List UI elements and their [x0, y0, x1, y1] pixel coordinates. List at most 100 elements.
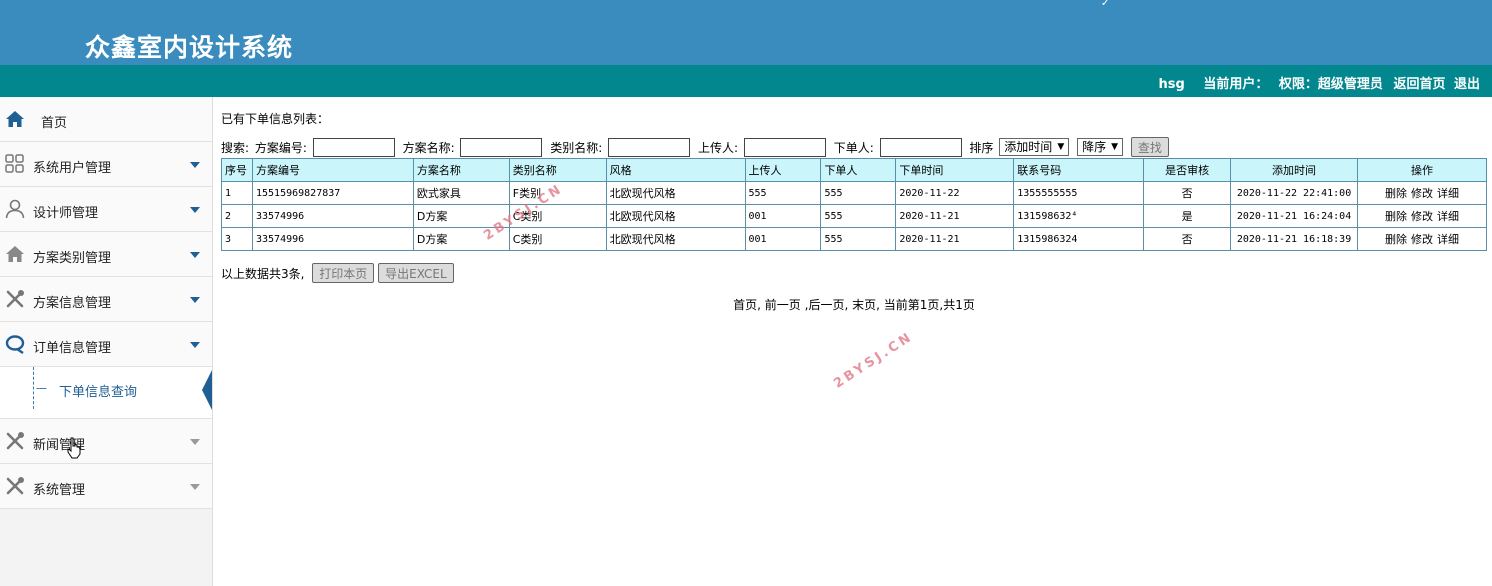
table-cell: 33574996	[251, 227, 414, 251]
column-header: 序号	[221, 158, 253, 182]
next-page-link[interactable]: ,后一页,	[805, 298, 849, 312]
orders-table: 序号 方案编号 方案名称 类别名称 风格 上传人 下单人 下单时间 联系号码 是…	[221, 158, 1487, 251]
table-cell: 2020-11-21 16:18:39	[1230, 227, 1359, 251]
orderer-input[interactable]	[879, 137, 962, 157]
table-cell: 是	[1143, 204, 1232, 228]
search-label: 方案编号:	[254, 140, 307, 155]
table-actions: 以上数据共3条, 打印本页 导出EXCEL	[221, 263, 454, 283]
chevron-down-icon[interactable]	[190, 297, 200, 303]
column-header: 操作	[1357, 158, 1487, 182]
table-cell: 33574996	[251, 204, 414, 228]
delete-link[interactable]: 删除	[1385, 187, 1407, 200]
table-cell: 2020-11-21 16:24:04	[1230, 204, 1359, 228]
table-cell: 2020-11-21	[895, 204, 1015, 228]
table-header-row: 序号 方案编号 方案名称 类别名称 风格 上传人 下单人 下单时间 联系号码 是…	[221, 158, 1487, 182]
table-cell: 欧式家具	[412, 181, 510, 205]
prev-page-link[interactable]: 前一页	[765, 298, 801, 312]
first-page-link[interactable]: 首页,	[733, 298, 761, 312]
category-name-input[interactable]	[608, 137, 691, 157]
row-actions: 删除 修改 详细	[1357, 227, 1487, 251]
sort-label: 排序	[969, 140, 994, 155]
edit-link[interactable]: 修改	[1411, 210, 1433, 223]
chevron-down-icon[interactable]	[190, 252, 200, 258]
sidebar-item-home[interactable]: 首页	[0, 97, 212, 142]
table-cell: 555	[820, 227, 897, 251]
home-icon	[6, 111, 24, 127]
search-bar: 搜索: 方案编号: 方案名称: 类别名称: 上传人: 下单人: 排序 添加时间 …	[221, 137, 1169, 159]
delete-link[interactable]: 删除	[1385, 233, 1407, 246]
role-label: 权限：超级管理员	[1278, 77, 1383, 92]
username: hsg	[1158, 77, 1185, 92]
top-bar: hsg 当前用户： 权限：超级管理员 返回首页 退出	[0, 65, 1492, 97]
hand-cursor-icon	[67, 437, 81, 459]
list-title: 已有下单信息列表：	[221, 112, 330, 126]
chevron-down-icon[interactable]	[190, 439, 200, 445]
plan-number-input[interactable]	[312, 137, 395, 157]
sort-field-select[interactable]: 添加时间	[999, 138, 1070, 156]
column-header: 是否审核	[1143, 158, 1232, 182]
tools-icon	[6, 477, 24, 495]
chevron-down-icon[interactable]	[190, 484, 200, 490]
chevron-down-icon[interactable]	[190, 207, 200, 213]
edit-link[interactable]: 修改	[1411, 233, 1433, 246]
sidebar-item-plan-categories[interactable]: 方案类别管理	[0, 232, 212, 277]
sidebar-item-system-users[interactable]: 系统用户管理	[0, 142, 212, 187]
row-actions: 删除 修改 详细	[1357, 181, 1487, 205]
submenu: --- 下单信息查询	[0, 367, 212, 419]
detail-link[interactable]: 详细	[1437, 233, 1459, 246]
chevron-down-icon[interactable]	[190, 162, 200, 168]
delete-link[interactable]: 删除	[1385, 210, 1407, 223]
search-label: 类别名称:	[550, 140, 603, 155]
search-prefix: 搜索:	[221, 140, 250, 155]
pagination: 首页, 前一页 ,后一页, 末页, 当前第1页,共1页	[221, 296, 1487, 313]
app-title: 众鑫室内设计系统	[85, 33, 294, 62]
sidebar-item-label: 订单信息管理	[33, 341, 112, 356]
logout-link[interactable]: 退出	[1454, 77, 1480, 92]
detail-link[interactable]: 详细	[1437, 210, 1459, 223]
table-cell: 北欧现代风格	[605, 181, 746, 205]
table-cell: 2020-11-21	[895, 227, 1015, 251]
sidebar-item-plan-info[interactable]: 方案信息管理	[0, 277, 212, 322]
table-cell: C类别	[508, 227, 607, 251]
edit-link[interactable]: 修改	[1411, 187, 1433, 200]
table-cell: 2	[221, 204, 253, 228]
column-header: 方案名称	[412, 158, 510, 182]
table-cell: 001	[744, 227, 822, 251]
user-info: hsg 当前用户： 权限：超级管理员 返回首页 退出	[1153, 73, 1481, 92]
sidebar-item-orders[interactable]: 订单信息管理	[0, 322, 212, 367]
current-user-label: 当前用户：	[1203, 77, 1269, 92]
sidebar-item-designers[interactable]: 设计师管理	[0, 187, 212, 232]
table-cell: 131598632⁴	[1013, 204, 1145, 228]
home-link[interactable]: 返回首页	[1393, 77, 1445, 92]
detail-link[interactable]: 详细	[1437, 187, 1459, 200]
sidebar-item-news[interactable]: 新闻管理	[0, 419, 212, 464]
app-header: 众鑫室内设计系统 ✓	[0, 0, 1492, 65]
table-cell: 555	[820, 181, 897, 205]
sidebar-item-system[interactable]: 系统管理	[0, 464, 212, 509]
sidebar-item-label: 首页	[41, 116, 68, 131]
last-page-link[interactable]: 末页,	[852, 298, 880, 312]
table-cell: 2020-11-22	[895, 181, 1015, 205]
sidebar-item-label: 系统用户管理	[33, 161, 112, 176]
plan-name-input[interactable]	[460, 137, 543, 157]
grid-icon	[5, 154, 24, 173]
export-excel-button[interactable]: 导出EXCEL	[378, 263, 454, 283]
sort-order-select[interactable]: 降序	[1077, 138, 1124, 156]
table-cell: 1315986324	[1013, 227, 1145, 251]
decoration-icon: ✓	[1101, 0, 1110, 9]
table-cell: 否	[1143, 227, 1232, 251]
watermark: 2BYSJ.CN	[831, 329, 916, 392]
tree-dash: ---	[36, 381, 47, 395]
search-button[interactable]: 查找	[1130, 137, 1169, 157]
search-label: 上传人:	[697, 140, 739, 155]
uploader-input[interactable]	[743, 137, 826, 157]
tree-line	[33, 367, 34, 409]
sidebar-subitem-order-query[interactable]: 下单信息查询	[59, 381, 137, 400]
table-cell: 否	[1143, 181, 1232, 205]
print-button[interactable]: 打印本页	[312, 263, 375, 283]
chevron-down-icon[interactable]	[190, 342, 200, 348]
user-icon	[5, 199, 25, 219]
table-cell: 1	[221, 181, 253, 205]
column-header: 联系号码	[1013, 158, 1145, 182]
table-cell: 555	[820, 204, 897, 228]
